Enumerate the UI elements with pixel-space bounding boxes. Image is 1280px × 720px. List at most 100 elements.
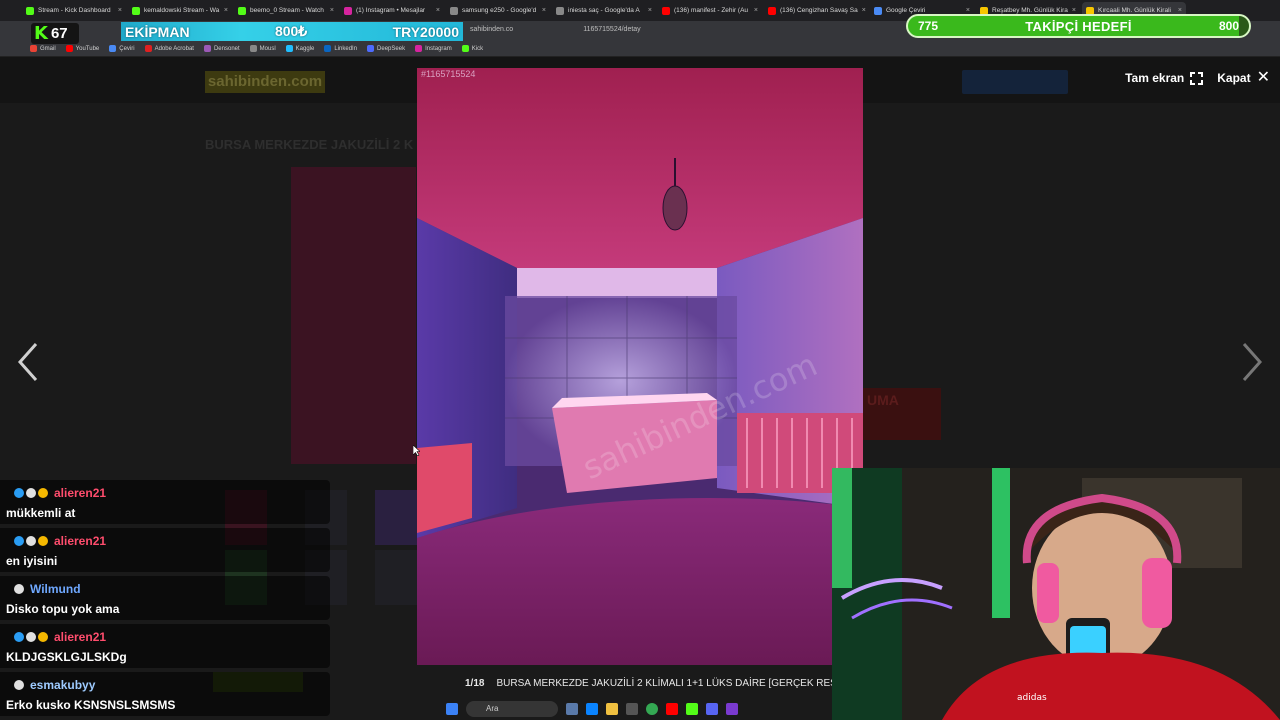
tab-close-icon[interactable]: × <box>330 7 334 14</box>
chat-badge-icon <box>26 536 36 546</box>
chat-message: alieren21 KLDJGSKLGJLSKDg <box>0 624 330 668</box>
browser-tab[interactable]: samsung e250 - Google'd × <box>446 2 550 19</box>
promo-banner[interactable]: UMA <box>863 388 941 440</box>
webcam-feed: adidas <box>832 468 1280 720</box>
goal-target: 800 <box>1218 19 1239 33</box>
tab-close-icon[interactable]: × <box>118 7 122 14</box>
bookmark-item[interactable]: Mousl <box>249 45 276 52</box>
chat-username[interactable]: alieren21 <box>54 486 106 500</box>
lightbox-photo[interactable]: sahibinden.com <box>417 68 863 665</box>
edge-icon[interactable] <box>586 702 598 715</box>
chrome-icon[interactable] <box>646 702 658 715</box>
fullscreen-button[interactable]: Tam ekran <box>1125 71 1204 85</box>
bookmark-item[interactable]: YouTube <box>65 45 99 52</box>
listing-title: BURSA MERKEZDE JAKUZİLİ 2 K <box>205 137 414 152</box>
taskbar-search[interactable]: Ara <box>466 700 558 717</box>
tab-close-icon[interactable]: × <box>966 7 970 14</box>
bookmark-item[interactable]: DeepSeek <box>367 45 405 52</box>
close-label: Kapat <box>1217 71 1251 85</box>
tab-close-icon[interactable]: × <box>1072 7 1076 14</box>
site-logo[interactable]: sahibinden.com <box>205 71 325 93</box>
tab-close-icon[interactable]: × <box>1178 7 1182 14</box>
tab-label: beemo_0 Stream - Watch <box>250 7 324 14</box>
goal-title: TAKİPÇİ HEDEFİ <box>1025 18 1132 34</box>
bookmark-label: Kaggle <box>295 45 315 52</box>
next-photo-arrow-icon[interactable] <box>1240 340 1266 384</box>
tab-favicon-icon <box>238 6 246 15</box>
url-text[interactable]: sahibinden.co 1165715524/detay <box>470 26 641 33</box>
chat-message: alieren21 mükkemli at <box>0 480 330 524</box>
tab-label: samsung e250 - Google'd <box>462 7 537 14</box>
browser-tab[interactable]: iniesta saç - Google'da A × <box>552 2 656 19</box>
tab-close-icon[interactable]: × <box>862 7 866 14</box>
bookmark-item[interactable]: Densonet <box>203 45 240 52</box>
listing-main-photo[interactable] <box>291 167 416 464</box>
chat-user: Wilmund <box>14 582 81 596</box>
fullscreen-label: Tam ekran <box>1125 71 1185 85</box>
folder-icon[interactable] <box>606 702 618 715</box>
kick-count: 67 <box>50 25 68 42</box>
bookmark-icon <box>367 45 375 52</box>
bookmark-label: DeepSeek <box>377 45 406 52</box>
browser-tab[interactable]: (136) manifest - Zehir (Au × <box>658 2 762 19</box>
browser-tab[interactable]: (136) Cengizhan Savaş Sa × <box>764 2 868 19</box>
goal-current: 775 <box>918 19 939 33</box>
bookmark-label: Kick <box>471 45 484 52</box>
bookmark-item[interactable]: Kaggle <box>285 45 315 52</box>
chat-username[interactable]: alieren21 <box>54 534 106 548</box>
previous-photo-arrow-icon[interactable] <box>14 340 40 384</box>
tab-favicon-icon <box>874 6 882 15</box>
sponsor-left: EKİPMAN <box>125 23 190 40</box>
chat-username[interactable]: Wilmund <box>30 582 81 596</box>
chat-username[interactable]: esmakubyy <box>30 678 95 692</box>
youtube-icon[interactable] <box>666 702 678 715</box>
tab-close-icon[interactable]: × <box>754 7 758 14</box>
chat-username[interactable]: alieren21 <box>54 630 106 644</box>
kick-app-icon[interactable] <box>686 702 698 715</box>
chat-message: esmakubyy Erko kusko KSNSNSLSMSMS <box>0 672 330 716</box>
browser-tab[interactable]: (1) Instagram • Mesajlar × <box>340 2 444 19</box>
bookmark-item[interactable]: Gmail <box>30 45 56 52</box>
tab-favicon-icon <box>662 6 670 15</box>
bookmark-item[interactable]: Kick <box>461 45 484 52</box>
photo-counter: 1/18 <box>465 678 485 689</box>
caption-text: BURSA MERKEZDE JAKUZİLİ 2 KLİMALI 1+1 LÜ… <box>496 678 851 689</box>
photo-caption: 1/18 BURSA MERKEZDE JAKUZİLİ 2 KLİMALI 1… <box>465 678 851 689</box>
bookmark-icon <box>144 45 152 52</box>
tab-close-icon[interactable]: × <box>542 7 546 14</box>
post-ad-button[interactable] <box>962 70 1068 94</box>
bookmark-item[interactable]: LinkedIn <box>324 45 357 52</box>
store-icon[interactable] <box>626 702 638 715</box>
chat-badge-icon <box>38 536 48 546</box>
svg-text:adidas: adidas <box>1017 693 1047 703</box>
task-view-icon[interactable] <box>566 702 578 715</box>
tab-close-icon[interactable]: × <box>436 7 440 14</box>
chat-badge-icon <box>26 632 36 642</box>
bookmark-item[interactable]: Instagram <box>415 45 452 52</box>
bookmark-label: Instagram <box>425 45 452 52</box>
tab-close-icon[interactable]: × <box>224 7 228 14</box>
bookmark-icon <box>415 45 423 52</box>
chat-text: Erko kusko KSNSNSLSMSMS <box>6 698 176 712</box>
browser-tab[interactable]: kemaldowski Stream - Wa × <box>128 2 232 19</box>
bookmark-label: Gmail <box>40 45 56 52</box>
tab-close-icon[interactable]: × <box>648 7 652 14</box>
tab-label: Kırcaali Mh. Günlük Kirali <box>1098 7 1171 14</box>
bookmark-item[interactable]: Adobe Acrobat <box>144 45 194 52</box>
bookmark-icon <box>461 45 469 52</box>
discord-icon[interactable] <box>706 702 718 715</box>
browser-tab[interactable]: beemo_0 Stream - Watch × <box>234 2 338 19</box>
bookmark-icon <box>324 45 332 52</box>
bookmark-icon <box>109 45 117 52</box>
windows-start-icon[interactable] <box>446 702 458 715</box>
close-button[interactable]: Kapat ✕ <box>1217 70 1270 86</box>
tab-favicon-icon <box>450 6 458 15</box>
browser-tab[interactable]: Stream - Kick Dashboard × <box>22 2 126 19</box>
obs-icon[interactable] <box>726 702 738 715</box>
follower-goal-bar: 775 TAKİPÇİ HEDEFİ 800 <box>906 14 1251 38</box>
chat-text: en iyisini <box>6 554 58 568</box>
chat-badge-icon <box>26 488 36 498</box>
tab-favicon-icon <box>26 6 34 15</box>
sponsor-ticker: EKİPMAN 800₺ TRY20000 <box>121 22 463 41</box>
bookmark-item[interactable]: Çeviri <box>109 45 135 52</box>
